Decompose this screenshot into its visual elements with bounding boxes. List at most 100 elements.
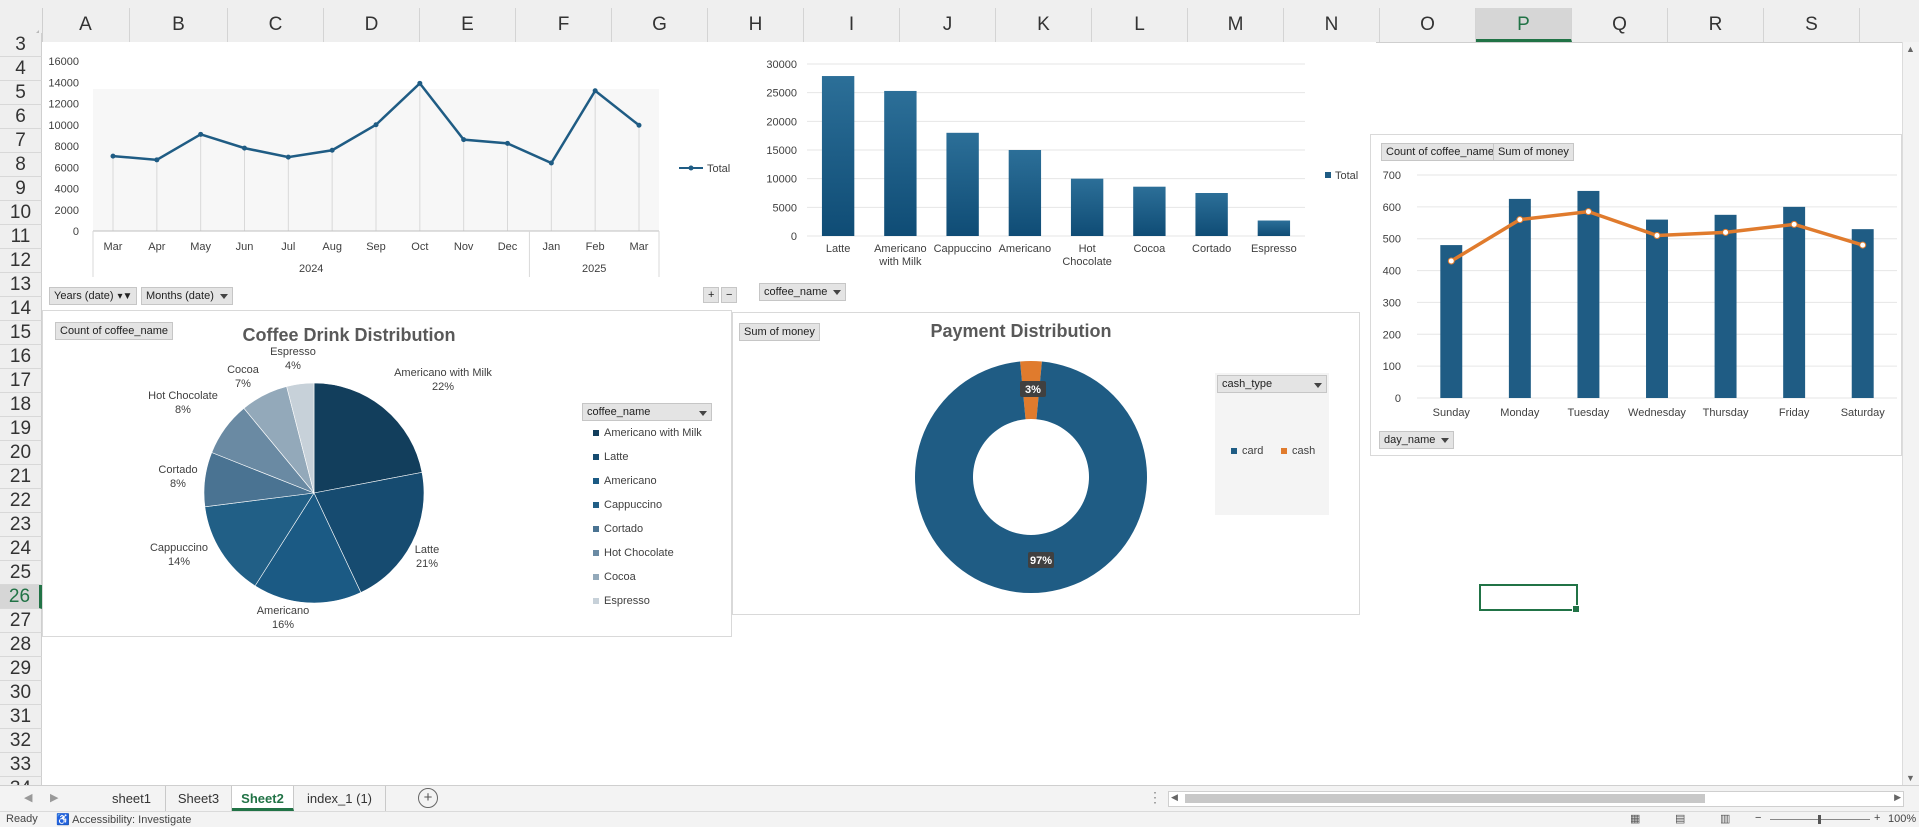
row-header-17[interactable]: 17 [0,369,42,393]
row-header-5[interactable]: 5 [0,81,42,105]
sheet-tab-index-1-1-[interactable]: index_1 (1) [294,786,386,811]
legend-item[interactable]: Espresso [593,595,650,607]
zoom-level[interactable]: 100% [1888,813,1916,825]
row-header-12[interactable]: 12 [0,249,42,273]
active-cell[interactable] [1479,584,1580,613]
collapse-field-button[interactable]: − [721,287,738,303]
row-header-7[interactable]: 7 [0,129,42,153]
legend-item[interactable]: Latte [593,451,628,463]
row-header-23[interactable]: 23 [0,513,42,537]
normal-view-icon[interactable]: ▦ [1630,812,1640,825]
row-header-28[interactable]: 28 [0,633,42,657]
legend-item[interactable]: Americano with Milk [593,427,702,439]
coffee-name-legend-filter[interactable]: coffee_name [582,403,712,421]
column-header-g[interactable]: G [612,8,708,42]
coffee-name-filter-button[interactable]: coffee_name [759,283,847,301]
page-layout-icon[interactable]: ▤ [1675,812,1685,825]
column-header-o[interactable]: O [1380,8,1476,42]
scroll-left-icon[interactable]: ◀ [1171,792,1178,803]
row-header-18[interactable]: 18 [0,393,42,417]
fill-handle[interactable] [1572,605,1580,613]
row-header-15[interactable]: 15 [0,321,42,345]
zoom-in-button[interactable]: + [1874,812,1880,824]
sheet-tab-sheet1[interactable]: sheet1 [98,786,166,811]
column-header-h[interactable]: H [708,8,804,42]
row-header-13[interactable]: 13 [0,273,42,297]
row-header-3[interactable]: 3 [0,33,42,57]
line-chart-panel[interactable]: 16000 14000 12000 10000 8000 6000 4000 2000 0 Mar… [42,42,746,310]
column-header-m[interactable]: M [1188,8,1284,42]
row-header-24[interactable]: 24 [0,537,42,561]
expand-field-button[interactable]: + [703,287,720,303]
column-header-a[interactable]: A [42,8,130,42]
horizontal-scrollbar[interactable]: ◀ ▶ [1168,791,1904,807]
column-header-e[interactable]: E [420,8,516,42]
column-header-q[interactable]: Q [1572,8,1668,42]
column-header-j[interactable]: J [900,8,996,42]
combo-chart-panel[interactable]: 700 600 500 400 300 200 100 0 Sunday Monday Tuesda… [1370,134,1902,456]
column-header-i[interactable]: I [804,8,900,42]
row-header-21[interactable]: 21 [0,465,42,489]
row-header-30[interactable]: 30 [0,681,42,705]
data-label-percent: 21% [416,558,438,570]
months-date-filter-button[interactable]: Months (date) [141,287,233,305]
row-header-4[interactable]: 4 [0,57,42,81]
column-header-r[interactable]: R [1668,8,1764,42]
bar-chart-panel[interactable]: 30000 25000 20000 15000 10000 5000 0 Latte Ameri… [746,42,1376,310]
legend-item[interactable]: Cocoa [593,571,636,583]
row-header-16[interactable]: 16 [0,345,42,369]
legend-item[interactable]: Hot Chocolate [593,547,674,559]
row-header-20[interactable]: 20 [0,441,42,465]
scroll-thumb[interactable] [1185,794,1705,803]
row-header-10[interactable]: 10 [0,201,42,225]
column-header-f[interactable]: F [516,8,612,42]
zoom-out-button[interactable]: − [1755,812,1761,824]
legend-item[interactable]: Cappuccino [593,499,662,511]
row-header-22[interactable]: 22 [0,489,42,513]
row-header-6[interactable]: 6 [0,105,42,129]
column-header-n[interactable]: N [1284,8,1380,42]
sheet-tab-sheet3[interactable]: Sheet3 [166,786,232,811]
next-sheet-icon[interactable]: ▶ [50,791,58,804]
sum-of-money-button[interactable]: Sum of money [1493,143,1574,161]
row-header-8[interactable]: 8 [0,153,42,177]
scroll-up-icon[interactable]: ▲ [1906,44,1915,54]
sum-of-money-button[interactable]: Sum of money [739,323,820,341]
page-break-icon[interactable]: ▥ [1720,812,1730,825]
row-header-27[interactable]: 27 [0,609,42,633]
column-header-b[interactable]: B [130,8,228,42]
row-header-19[interactable]: 19 [0,417,42,441]
row-header-33[interactable]: 33 [0,753,42,777]
row-header-31[interactable]: 31 [0,705,42,729]
count-of-coffee-name-button[interactable]: Count of coffee_name [1381,143,1500,161]
day-name-filter-button[interactable]: day_name [1379,431,1455,449]
vertical-scrollbar[interactable]: ▲ ▼ [1902,42,1919,785]
column-header-k[interactable]: K [996,8,1092,42]
add-sheet-button[interactable]: + [418,788,438,808]
years-date-filter-button[interactable]: Years (date) ▾▼ [49,287,138,305]
column-header-s[interactable]: S [1764,8,1860,42]
row-header-11[interactable]: 11 [0,225,42,249]
row-header-14[interactable]: 14 [0,297,42,321]
legend-item[interactable]: Americano [593,475,657,487]
column-header-c[interactable]: C [228,8,324,42]
row-header-26[interactable]: 26 [0,585,42,609]
legend-item[interactable]: Cortado [593,523,643,535]
zoom-slider[interactable] [1770,815,1870,824]
scroll-down-icon[interactable]: ▼ [1906,773,1915,783]
cash-type-filter[interactable]: cash_type [1217,375,1327,393]
row-header-29[interactable]: 29 [0,657,42,681]
prev-sheet-icon[interactable]: ◀ [24,791,32,804]
column-header-l[interactable]: L [1092,8,1188,42]
count-of-coffee-name-button[interactable]: Count of coffee_name [55,322,174,340]
column-header-d[interactable]: D [324,8,420,42]
row-header-25[interactable]: 25 [0,561,42,585]
column-header-p[interactable]: P [1476,8,1572,42]
row-header-9[interactable]: 9 [0,177,42,201]
scroll-right-icon[interactable]: ▶ [1894,792,1901,803]
pie-chart-panel[interactable]: Coffee Drink Distribution Americano with … [42,310,732,637]
donut-chart-panel[interactable]: Payment Distribution 3% 97% Sum of money c… [732,312,1360,615]
row-header-32[interactable]: 32 [0,729,42,753]
sheet-tab-sheet2[interactable]: Sheet2 [232,786,294,811]
accessibility-status[interactable]: ♿ Accessibility: Investigate [56,813,191,826]
